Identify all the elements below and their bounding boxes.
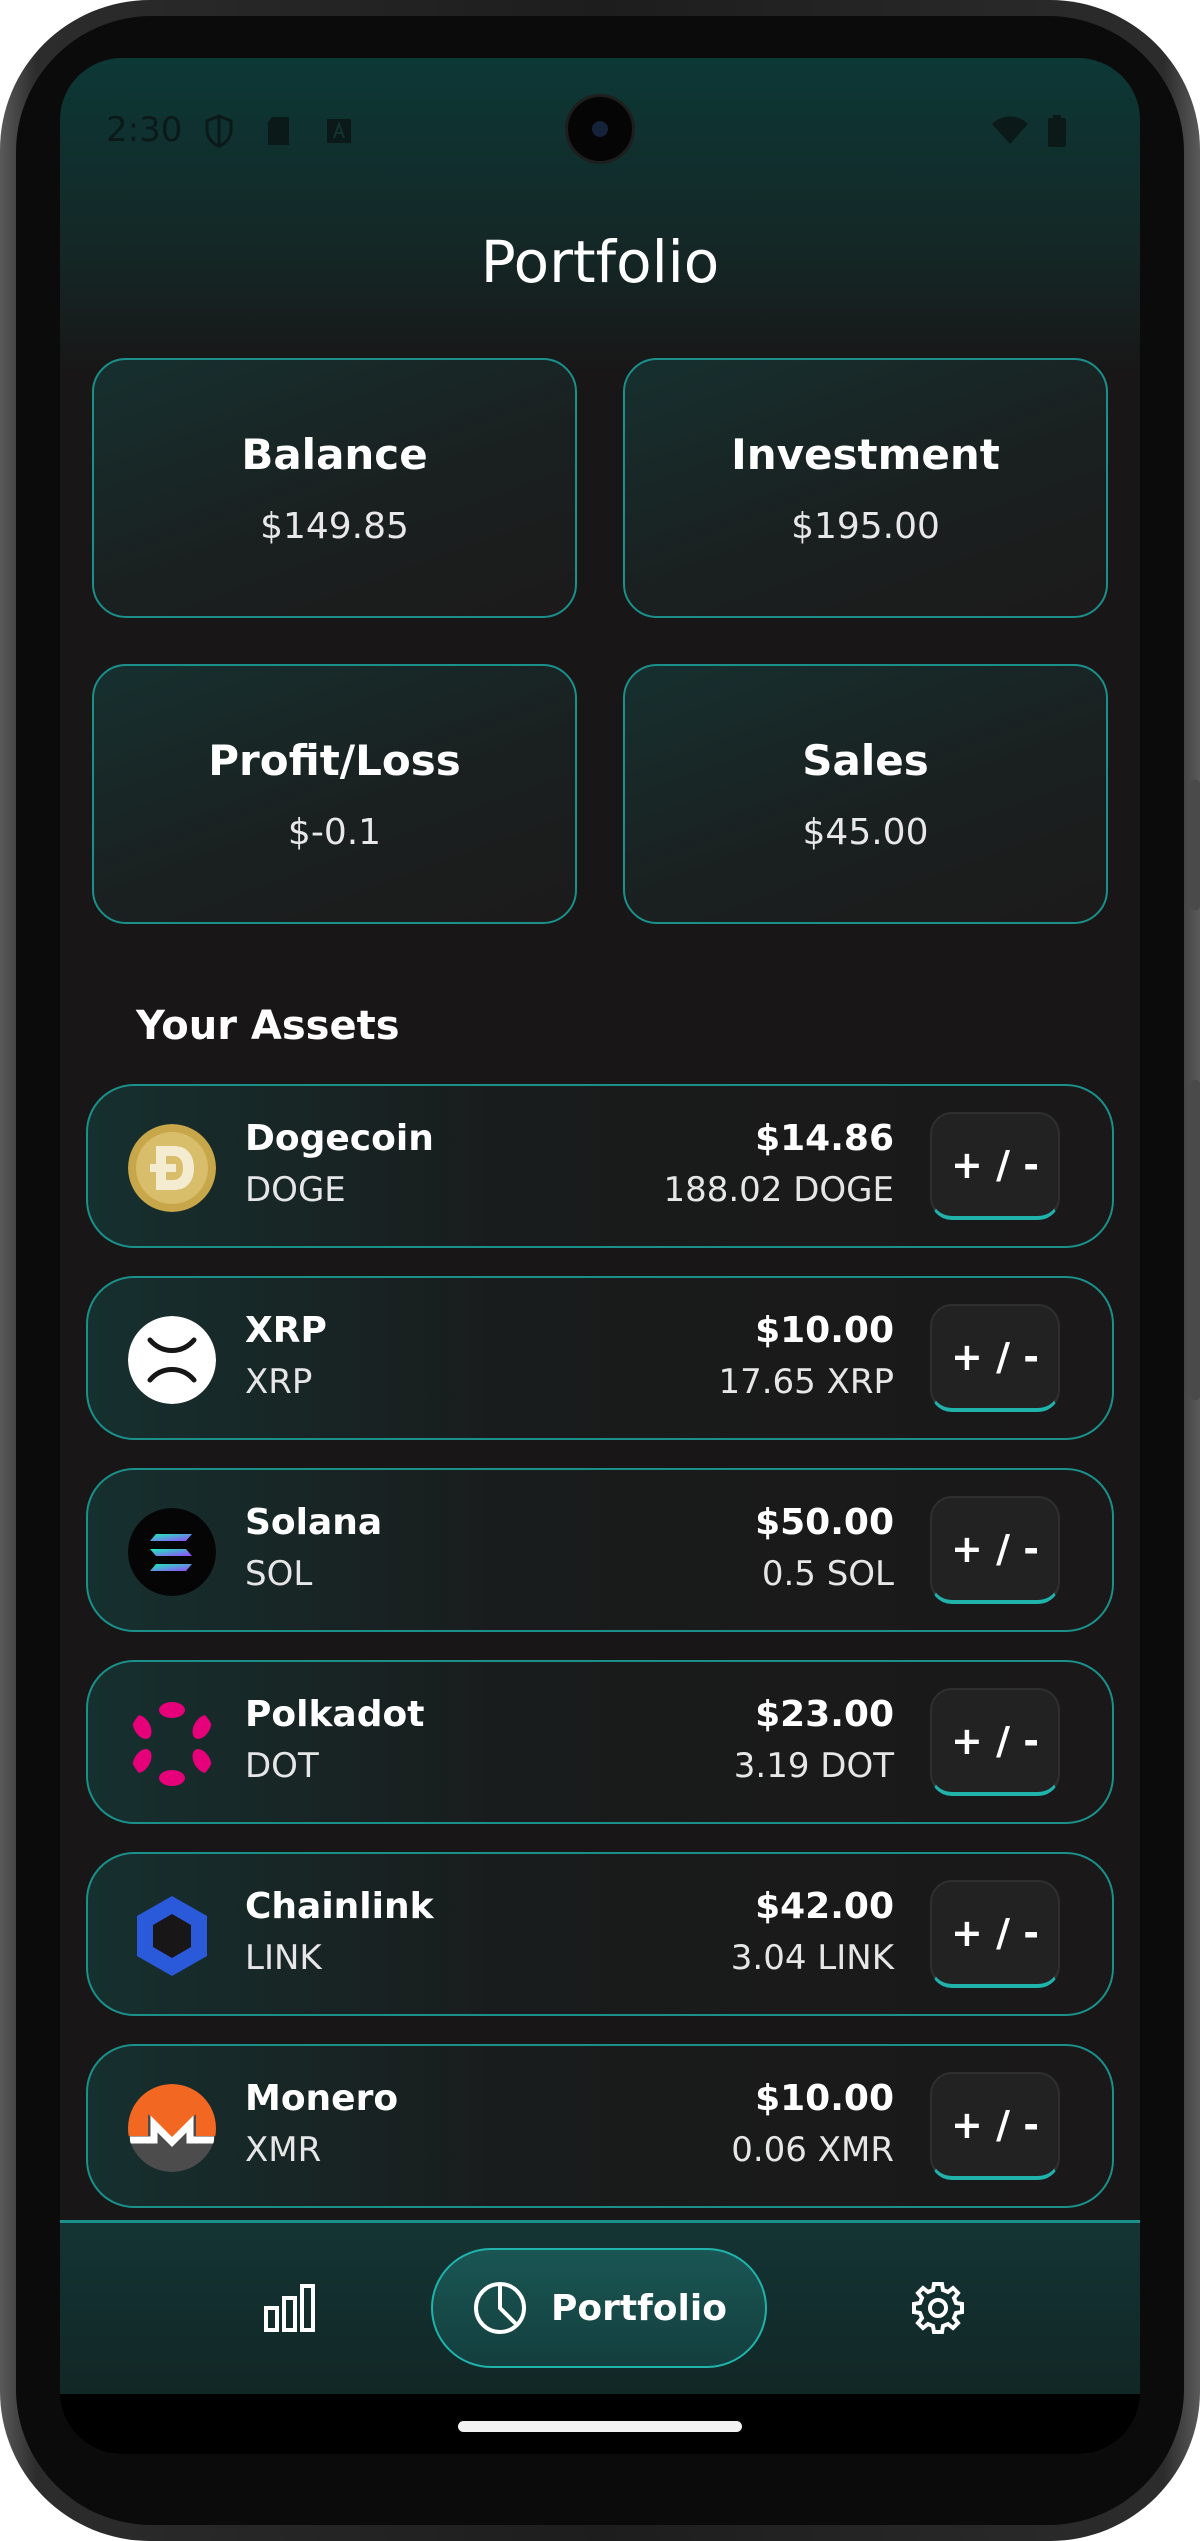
stat-label: Sales	[802, 736, 929, 785]
asset-name: Polkadot	[245, 1694, 425, 1735]
asset-amount: 3.19 DOT	[733, 1746, 894, 1786]
asset-symbol: DOT	[245, 1746, 319, 1786]
asset-amount: 3.04 LINK	[730, 1938, 894, 1978]
bar-chart-icon	[264, 2284, 315, 2332]
nav-label-portfolio: Portfolio	[551, 2287, 727, 2329]
asset-amount: 188.02 DOGE	[663, 1170, 894, 1210]
adjust-holdings-button[interactable]: + / -	[930, 1688, 1060, 1796]
investment-card: Investment $195.00	[623, 358, 1108, 618]
asset-value: $14.86	[755, 1118, 894, 1159]
stat-value: $-0.1	[287, 812, 382, 853]
polkadot-logo-icon	[132, 1702, 212, 1786]
stat-label: Profit/Loss	[208, 736, 461, 785]
shield-icon	[205, 114, 233, 148]
asset-row-xrp[interactable]: XRP XRP $10.00 17.65 XRP + / -	[86, 1276, 1114, 1440]
pie-chart-icon	[474, 2282, 527, 2334]
adjust-holdings-button[interactable]: + / -	[930, 1112, 1060, 1220]
status-time: 2:30	[106, 110, 183, 150]
stat-value: $149.85	[260, 506, 409, 547]
power-button	[1190, 780, 1200, 910]
asset-symbol: XMR	[245, 2130, 322, 2170]
asset-value: $50.00	[755, 1502, 894, 1543]
stat-value: $45.00	[802, 812, 929, 853]
asset-symbol: SOL	[245, 1554, 313, 1594]
asset-name: Chainlink	[245, 1886, 434, 1927]
stat-label: Investment	[731, 430, 1000, 479]
asset-value: $10.00	[755, 1310, 894, 1351]
nav-item-settings[interactable]	[878, 2248, 998, 2368]
bottom-navigation: Portfolio	[60, 2220, 1140, 2394]
xrp-logo-icon	[128, 1316, 216, 1404]
chainlink-logo-icon	[137, 1896, 207, 1976]
stat-value: $195.00	[791, 506, 940, 547]
adjust-holdings-button[interactable]: + / -	[930, 1496, 1060, 1604]
asset-row-chainlink[interactable]: Chainlink LINK $42.00 3.04 LINK + / -	[86, 1852, 1114, 2016]
wifi-icon	[992, 116, 1028, 144]
asset-name: Solana	[245, 1502, 383, 1543]
home-indicator[interactable]	[458, 2421, 742, 2432]
volume-button	[1190, 1080, 1200, 1400]
app-screen: 2:30 Portfolio Balance $149.85 Investmen…	[60, 58, 1140, 2454]
balance-card: Balance $149.85	[92, 358, 577, 618]
adjust-holdings-button[interactable]: + / -	[930, 1304, 1060, 1412]
dogecoin-logo-icon	[128, 1124, 216, 1212]
nav-item-markets[interactable]	[230, 2248, 350, 2368]
front-camera	[565, 94, 635, 164]
monero-logo-icon	[128, 2084, 216, 2172]
asset-row-polkadot[interactable]: Polkadot DOT $23.00 3.19 DOT + / -	[86, 1660, 1114, 1824]
asset-symbol: DOGE	[245, 1170, 346, 1210]
asset-row-monero[interactable]: Monero XMR $10.00 0.06 XMR + / -	[86, 2044, 1114, 2208]
asset-row-dogecoin[interactable]: Dogecoin DOGE $14.86 188.02 DOGE + / -	[86, 1084, 1114, 1248]
assets-section-title: Your Assets	[136, 1003, 400, 1049]
sales-card: Sales $45.00	[623, 664, 1108, 924]
asset-amount: 17.65 XRP	[718, 1362, 894, 1402]
asset-name: Monero	[245, 2078, 399, 2119]
solana-logo-icon	[128, 1508, 216, 1596]
a-badge-icon	[327, 119, 351, 143]
asset-symbol: LINK	[245, 1938, 322, 1978]
adjust-holdings-button[interactable]: + / -	[930, 1880, 1060, 1988]
stat-label: Balance	[241, 430, 428, 479]
asset-name: Dogecoin	[245, 1118, 434, 1159]
asset-value: $23.00	[755, 1694, 894, 1735]
nav-item-portfolio[interactable]: Portfolio	[431, 2248, 767, 2368]
gear-icon	[912, 2282, 964, 2334]
asset-amount: 0.5 SOL	[761, 1554, 894, 1594]
asset-value: $42.00	[755, 1886, 894, 1927]
battery-icon	[1048, 115, 1066, 147]
asset-name: XRP	[245, 1310, 327, 1351]
asset-symbol: XRP	[245, 1362, 313, 1402]
asset-value: $10.00	[755, 2078, 894, 2119]
sd-card-icon	[268, 117, 289, 145]
asset-amount: 0.06 XMR	[731, 2130, 894, 2170]
profit-loss-card: Profit/Loss $-0.1	[92, 664, 577, 924]
adjust-holdings-button[interactable]: + / -	[930, 2072, 1060, 2180]
asset-row-solana[interactable]: Solana SOL $50.00 0.5 SOL + / -	[86, 1468, 1114, 1632]
page-title: Portfolio	[480, 228, 720, 296]
